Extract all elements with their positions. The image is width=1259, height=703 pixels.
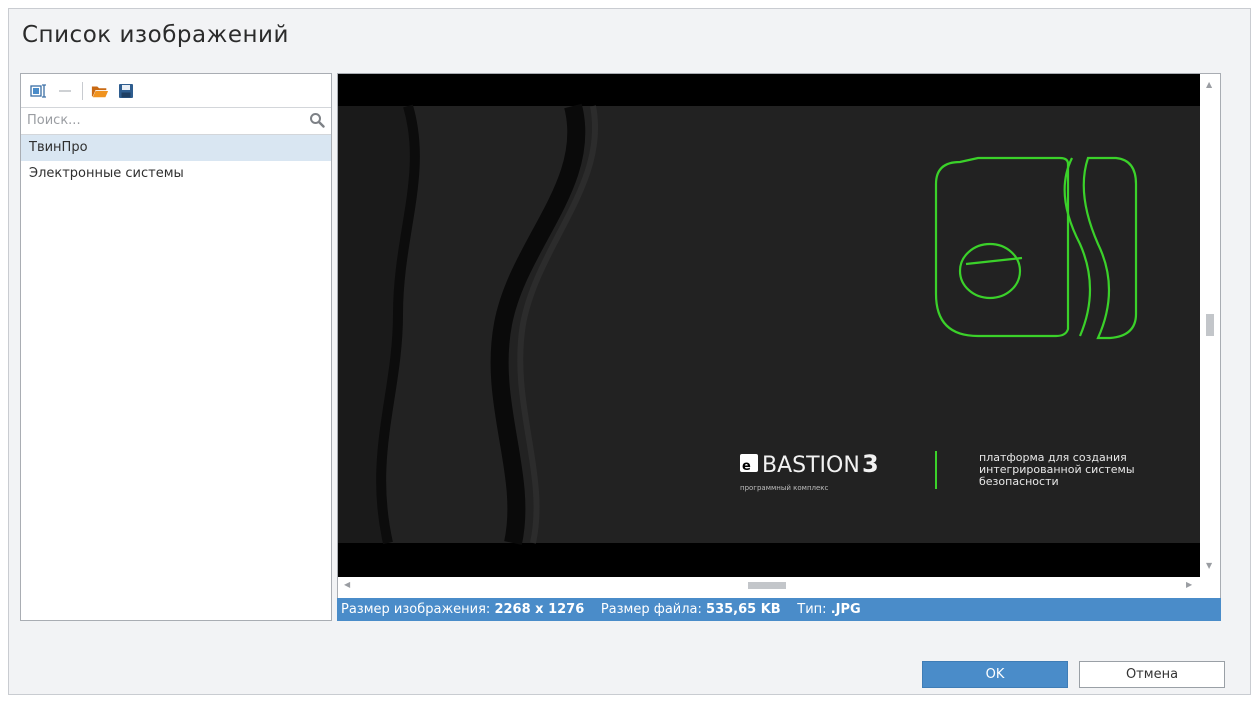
image-list-panel: ТвинПроЭлектронные системы [20,73,332,621]
image-info-bar: Размер изображения: 2268 x 1276 Размер ф… [337,598,1221,621]
cancel-button[interactable]: Отмена [1079,661,1225,688]
scroll-left-arrow-icon[interactable]: ◀ [344,580,350,589]
search-input[interactable] [21,108,297,132]
save-button[interactable] [117,82,135,100]
remove-button[interactable] [56,82,74,100]
file-size-value: 535,65 KB [706,602,781,617]
save-icon [119,83,133,98]
toolbar-separator [82,81,83,100]
logo-word: BASTION [762,453,860,478]
image-viewport: e BASTION 3 программный комплекс платфор… [338,74,1200,577]
search-icon[interactable] [309,112,325,128]
image-size-value: 2268 x 1276 [494,602,585,617]
dialog-title: Список изображений [22,22,289,48]
vertical-scroll-thumb[interactable] [1206,314,1214,336]
file-type-value: .JPG [830,602,861,617]
horizontal-scrollbar[interactable]: ◀ ▶ [338,577,1200,594]
scroll-up-arrow-icon[interactable]: ▲ [1206,80,1212,89]
preview-image: e BASTION 3 программный комплекс платфор… [338,74,1200,577]
vertical-scrollbar[interactable]: ▲ ▼ [1200,74,1220,577]
logo-number: 3 [862,450,879,478]
rename-icon [30,83,46,98]
remove-icon [59,89,71,92]
open-folder-button[interactable] [91,82,109,100]
scroll-right-arrow-icon[interactable]: ▶ [1186,580,1192,589]
list-item[interactable]: ТвинПро [21,135,331,161]
rename-button[interactable] [30,82,48,100]
svg-text:e: e [742,459,751,474]
file-size-label: Размер файла: [600,602,702,617]
tagline-line-3: безопасности [979,475,1059,488]
image-size-label: Размер изображения: [341,602,491,617]
search-box [21,107,331,135]
image-list: ТвинПро Электронные системы [21,135,331,187]
image-preview-panel: e BASTION 3 программный комплекс платфор… [337,73,1221,620]
scroll-down-arrow-icon[interactable]: ▼ [1206,561,1212,570]
list-item[interactable]: Электронные системы [21,161,331,187]
scrollbar-corner [1200,577,1220,594]
horizontal-scroll-thumb[interactable] [748,582,786,589]
list-toolbar [21,74,331,107]
logo-subtitle: программный комплекс [740,484,829,492]
ok-button[interactable]: OK [922,661,1068,688]
file-type-label: Тип: [797,602,827,617]
folder-open-icon [91,86,109,97]
